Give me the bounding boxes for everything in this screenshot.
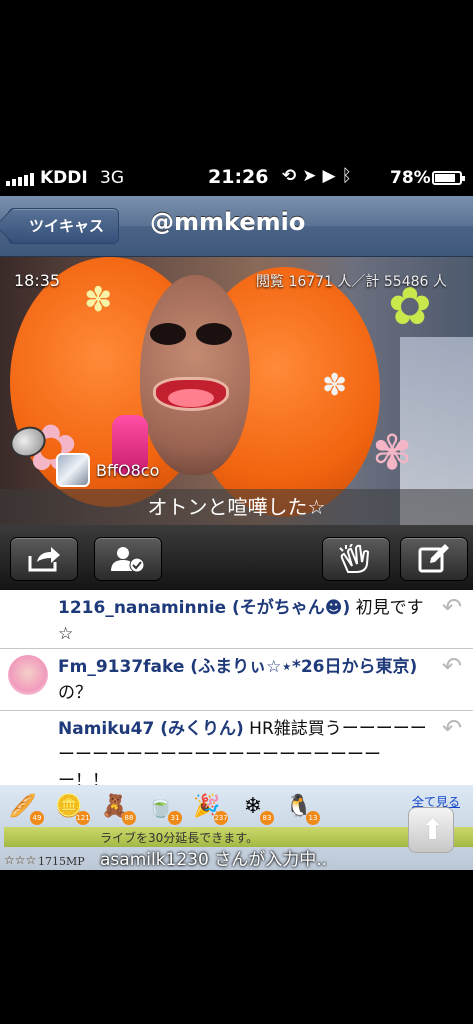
item-count: 88: [122, 811, 136, 825]
flower-icon: ✽: [322, 368, 348, 403]
live-video[interactable]: ✽ ✿ ✽ ✿ ✾ 18:35 閲覧 16771 人／計 55486 人 Bff…: [0, 257, 473, 525]
item-count: 31: [168, 811, 182, 825]
mp-points: 1715MP: [38, 855, 85, 868]
item-count: 13: [306, 811, 320, 825]
party-popper-item[interactable]: 🎉 237: [190, 791, 228, 825]
snowflake-item[interactable]: ❄ 83: [236, 791, 274, 825]
action-toolbar: [0, 525, 473, 590]
battery-percent: 78%: [390, 168, 431, 188]
status-icons: ⟲➤▶ᛒ: [282, 166, 358, 186]
commenter-name: BffO8co: [96, 461, 160, 480]
follow-user-icon: [111, 547, 145, 573]
clap-button[interactable]: [322, 537, 390, 581]
comment-list[interactable]: 1216_nanaminnie (そがちゃん☻) 初見です☆ ↶ Fm_9137…: [0, 590, 473, 785]
rotation-lock-icon: ⟲: [282, 166, 303, 186]
share-button[interactable]: [10, 537, 78, 581]
penguin-item[interactable]: 🐧 13: [282, 791, 320, 825]
bread-item[interactable]: 🥖 49: [6, 791, 44, 825]
arrow-up-icon: ⬆: [421, 813, 445, 846]
comment-username[interactable]: Namiku47 (みくりん): [58, 719, 244, 739]
reply-icon[interactable]: ↶: [439, 653, 465, 679]
location-icon: ➤: [302, 166, 323, 186]
comment-text: Fm_9137fake (ふまりぃ☆⋆*26日から東京) の？: [58, 654, 428, 706]
follow-user-button[interactable]: [94, 537, 162, 581]
back-button[interactable]: ツイキャス: [8, 208, 120, 244]
typing-indicator: asamilk1230 さんが入力中..: [100, 850, 328, 870]
comment-body: の？: [58, 683, 92, 703]
eye-right: [196, 323, 232, 345]
signal-bars-icon: [6, 172, 36, 186]
star-rating-icon: ☆☆☆: [4, 853, 37, 867]
list-item: Fm_9137fake (ふまりぃ☆⋆*26日から東京) の？ ↶: [0, 649, 473, 711]
item-count: 83: [260, 811, 274, 825]
list-item: 1216_nanaminnie (そがちゃん☻) 初見です☆ ↶: [0, 590, 473, 649]
items-bar: 🥖 49 🪙 121 🧸 88 🍵 31 🎉 237 ❄ 83 🐧 13 全て見る ライブを3…: [0, 785, 473, 870]
comment-text: Namiku47 (みくりん) HR雑誌買うーーーーーーーーーーーーーーーーーー…: [58, 716, 428, 785]
share-icon: [28, 547, 60, 572]
item-count: 237: [214, 811, 228, 825]
tea-item[interactable]: 🍵 31: [144, 791, 182, 825]
bear-item[interactable]: 🧸 88: [98, 791, 136, 825]
comment-text: 1216_nanaminnie (そがちゃん☻) 初見です☆: [58, 595, 428, 647]
item-count: 49: [30, 811, 44, 825]
reply-icon[interactable]: ↶: [439, 594, 465, 620]
back-button-label: ツイキャス: [29, 217, 105, 235]
avatar[interactable]: [8, 655, 48, 695]
flower-icon: ✽: [84, 280, 113, 320]
broadcast-time: 18:35: [14, 271, 61, 290]
extend-live-text: ライブを30分延長できます。: [100, 831, 259, 845]
compose-button[interactable]: [400, 537, 468, 581]
overlay-comment: オトンと喧嘩した☆: [0, 489, 473, 525]
clap-icon: [339, 544, 370, 573]
carrier-name: KDDI: [40, 168, 88, 188]
reply-icon[interactable]: ↶: [439, 715, 465, 741]
status-bar: KDDI 3G 21:26 ⟲➤▶ᛒ 78%: [0, 160, 473, 196]
coin-item[interactable]: 🪙 121: [52, 791, 90, 825]
comment-username[interactable]: Fm_9137fake (ふまりぃ☆⋆*26日から東京): [58, 657, 417, 677]
page-title: @mmkemio: [150, 208, 306, 236]
network-type: 3G: [100, 168, 124, 188]
play-icon: ▶: [322, 166, 342, 186]
list-item: Namiku47 (みくりん) HR雑誌買うーーーーーーーーーーーーーーーーーー…: [0, 711, 473, 785]
streamer-face: [140, 275, 250, 475]
comment-username[interactable]: 1216_nanaminnie (そがちゃん☻): [58, 598, 350, 618]
item-count: 121: [76, 811, 90, 825]
navigation-bar: ツイキャス @mmkemio: [0, 196, 473, 257]
battery-icon: [432, 171, 465, 185]
viewer-count: 閲覧 16771 人／計 55486 人: [256, 274, 447, 290]
clock: 21:26: [208, 166, 269, 188]
commenter-avatar: [56, 453, 90, 487]
flower-icon: ✾: [372, 425, 413, 481]
scroll-up-button[interactable]: ⬆: [408, 807, 454, 853]
tongue: [168, 389, 214, 407]
bluetooth-icon: ᛒ: [341, 166, 358, 186]
eye-left: [150, 323, 186, 345]
compose-icon: [418, 544, 449, 573]
